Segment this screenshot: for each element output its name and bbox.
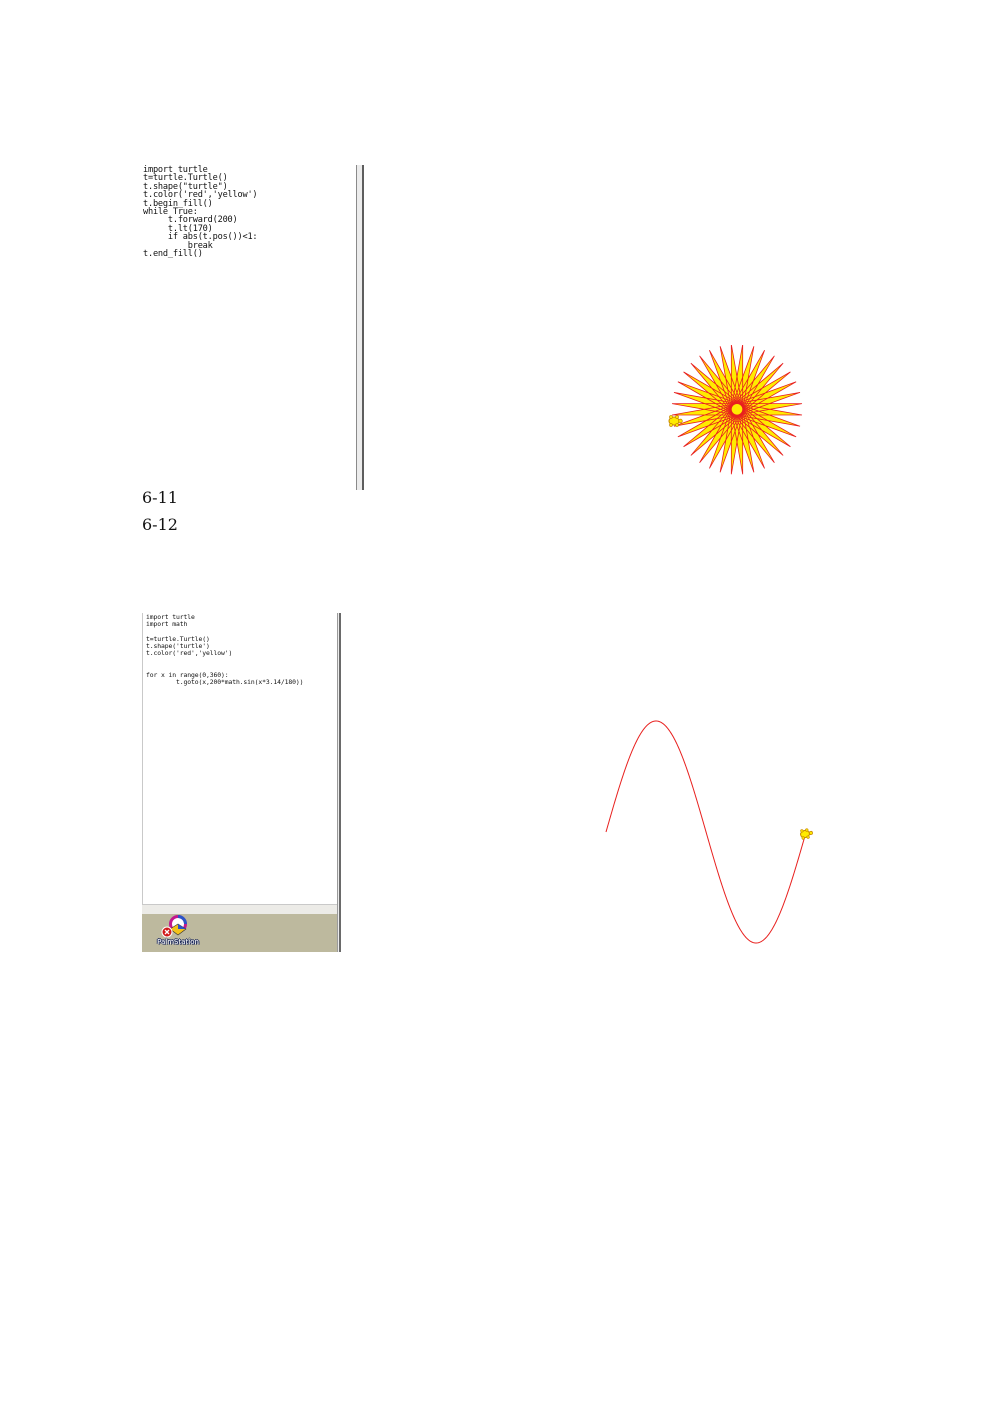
code-editor-panel[interactable]: import turtle import math t=turtle.Turtl… xyxy=(142,613,337,905)
turtle-sine-output xyxy=(605,720,813,944)
editor-scrollbar[interactable] xyxy=(337,613,341,952)
code-editor-panel[interactable]: import turtle t=turtle.Turtle() t.shape(… xyxy=(140,165,355,490)
code-listing: import turtle t=turtle.Turtle() t.shape(… xyxy=(143,165,258,260)
desktop-taskbar: PalmStation xyxy=(142,914,337,952)
code-listing: import turtle import math t=turtle.Turtl… xyxy=(146,613,304,686)
sine-curve xyxy=(605,720,806,944)
desktop-shortcut[interactable]: PalmStation xyxy=(153,915,203,951)
figure-caption: 6-12 xyxy=(142,515,178,534)
turtle-star-output xyxy=(668,345,803,475)
star-shape xyxy=(671,345,803,475)
editor-scrollbar[interactable] xyxy=(356,165,364,490)
figure-caption: 6-11 xyxy=(142,488,178,507)
turtle-icon xyxy=(800,828,813,840)
desktop-shortcut-label: PalmStation xyxy=(157,938,199,946)
